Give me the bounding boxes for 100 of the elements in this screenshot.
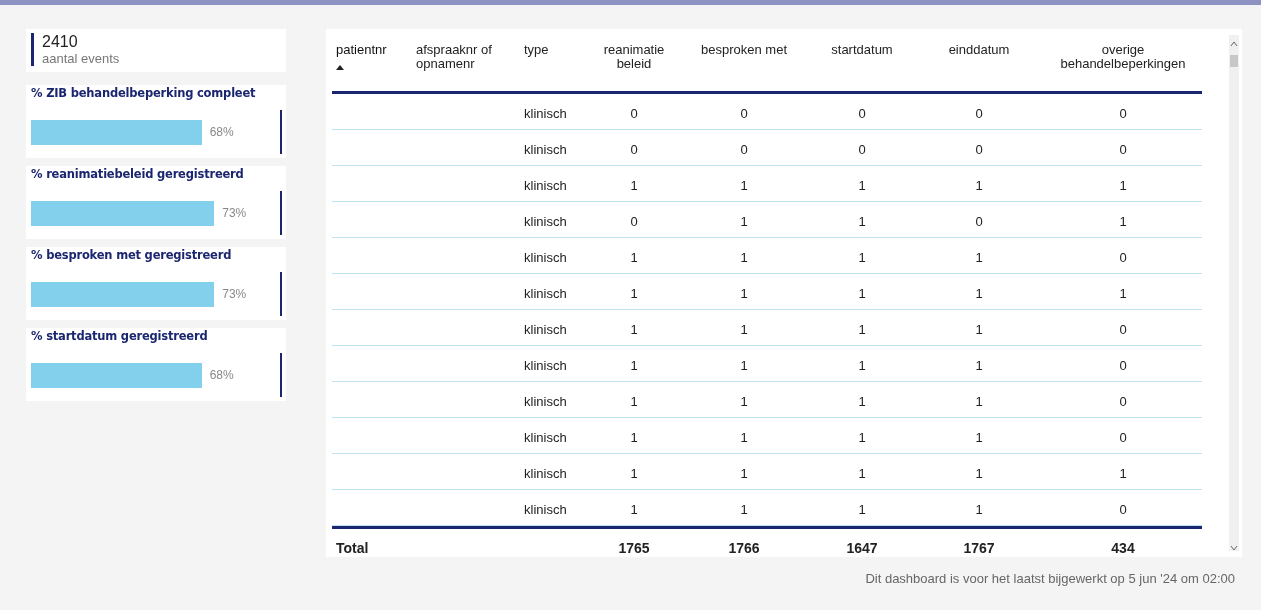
table-cell: 0 [975, 214, 983, 229]
total-cell: 1647 [846, 540, 878, 556]
table-cell: 0 [1119, 106, 1127, 121]
table-cell: klinisch [524, 502, 567, 517]
total-cell: 434 [1111, 540, 1135, 556]
measure-title: % startdatum geregistreerd [31, 329, 209, 343]
table-cell: 1 [858, 466, 866, 481]
target-line [280, 353, 282, 397]
table-cell: 1 [630, 502, 638, 517]
table-cell: 0 [1119, 358, 1127, 373]
table-cell: 1 [975, 358, 983, 373]
table-cell: 1 [740, 502, 748, 517]
column-header[interactable]: overige behandelbeperkingen [1048, 43, 1198, 71]
table-cell: 0 [1119, 142, 1127, 157]
table-cell: 1 [630, 322, 638, 337]
measure-title: % besproken met geregistreerd [31, 248, 233, 262]
table-cell: 1 [1119, 286, 1127, 301]
target-line [280, 110, 282, 154]
scroll-thumb[interactable] [1230, 55, 1238, 67]
table-cell: 1 [630, 466, 638, 481]
table-cell: 0 [1119, 502, 1127, 517]
table-cell: 1 [858, 322, 866, 337]
column-header[interactable]: afspraaknr of opnamenr [416, 43, 516, 71]
table-cell: 1 [740, 394, 748, 409]
scroll-down-icon[interactable] [1230, 545, 1238, 551]
column-header[interactable]: patientnr [336, 43, 408, 57]
table-cell: 0 [630, 214, 638, 229]
table-cell: klinisch [524, 286, 567, 301]
table-cell: 0 [740, 142, 748, 157]
percentage-label: 73% [222, 206, 247, 220]
percentage-label: 73% [222, 287, 247, 301]
column-header[interactable]: type [524, 43, 586, 57]
table-cell: 1 [1119, 466, 1127, 481]
table-cell: 1 [975, 430, 983, 445]
table-cell: klinisch [524, 430, 567, 445]
table-cell: 1 [630, 178, 638, 193]
scroll-up-icon[interactable] [1230, 41, 1238, 47]
table-cell: 1 [1119, 178, 1127, 193]
table-cell: 1 [858, 502, 866, 517]
target-line [280, 191, 282, 235]
column-header[interactable]: einddatum [948, 43, 1010, 57]
table-cell: 0 [630, 142, 638, 157]
table-cell: 1 [630, 250, 638, 265]
table-cell: 0 [1119, 250, 1127, 265]
accent-bar [31, 33, 34, 66]
table-cell: 0 [740, 106, 748, 121]
percentage-label: 68% [209, 368, 234, 382]
table-cell: 1 [740, 322, 748, 337]
table-cell: 1 [975, 322, 983, 337]
measure-title: % ZIB behandelbeperking compleet [31, 86, 257, 100]
total-cell: 1767 [963, 540, 995, 556]
table-cell: 0 [975, 106, 983, 121]
total-label: Total [336, 540, 369, 556]
table-cell: 1 [975, 250, 983, 265]
table-cell: 1 [740, 430, 748, 445]
table-cell: 1 [975, 502, 983, 517]
table-cell: klinisch [524, 394, 567, 409]
table-cell: klinisch [524, 466, 567, 481]
table-cell: 1 [740, 286, 748, 301]
table-cell: 1 [740, 250, 748, 265]
table-cell: 1 [630, 286, 638, 301]
table-cell: 0 [1119, 394, 1127, 409]
table-cell: 1 [975, 178, 983, 193]
table-cell: 1 [858, 214, 866, 229]
table-cell: 1 [858, 430, 866, 445]
kpi-value: 2410 [42, 33, 79, 51]
table-cell: klinisch [524, 358, 567, 373]
percentage-label: 68% [209, 125, 234, 139]
table-cell: klinisch [524, 106, 567, 121]
scrollbar[interactable] [1229, 35, 1239, 551]
sort-ascending-icon[interactable] [336, 65, 344, 70]
table-cell: klinisch [524, 142, 567, 157]
table-cell: klinisch [524, 250, 567, 265]
table-cell: 1 [630, 358, 638, 373]
column-header[interactable]: startdatum [831, 43, 893, 57]
table-cell: 1 [1119, 214, 1127, 229]
table-cell: 1 [975, 394, 983, 409]
target-line [280, 272, 282, 316]
table-cell: 1 [740, 178, 748, 193]
measure-title: % reanimatiebeleid geregistreerd [31, 167, 245, 181]
table-cell: 1 [975, 286, 983, 301]
table-cell: 0 [1119, 430, 1127, 445]
table-cell: klinisch [524, 178, 567, 193]
table-cell: 1 [740, 466, 748, 481]
column-header[interactable]: besproken met [701, 43, 787, 57]
table-cell: 1 [630, 430, 638, 445]
table-cell: 0 [1119, 322, 1127, 337]
total-cell: 1765 [618, 540, 650, 556]
table-cell: 1 [630, 394, 638, 409]
last-updated-text: Dit dashboard is voor het laatst bijgewerkt op 5 jun '24 om 02:00 [865, 571, 1235, 586]
table-cell: 0 [975, 142, 983, 157]
table-cell: klinisch [524, 214, 567, 229]
table-cell: 0 [858, 142, 866, 157]
table-cell: 1 [858, 286, 866, 301]
table-cell: 1 [858, 250, 866, 265]
table-cell: 1 [858, 394, 866, 409]
table-cell: 1 [858, 178, 866, 193]
table-cell: klinisch [524, 322, 567, 337]
table-cell: 1 [740, 358, 748, 373]
column-header[interactable]: reanimatie beleid [594, 43, 674, 71]
